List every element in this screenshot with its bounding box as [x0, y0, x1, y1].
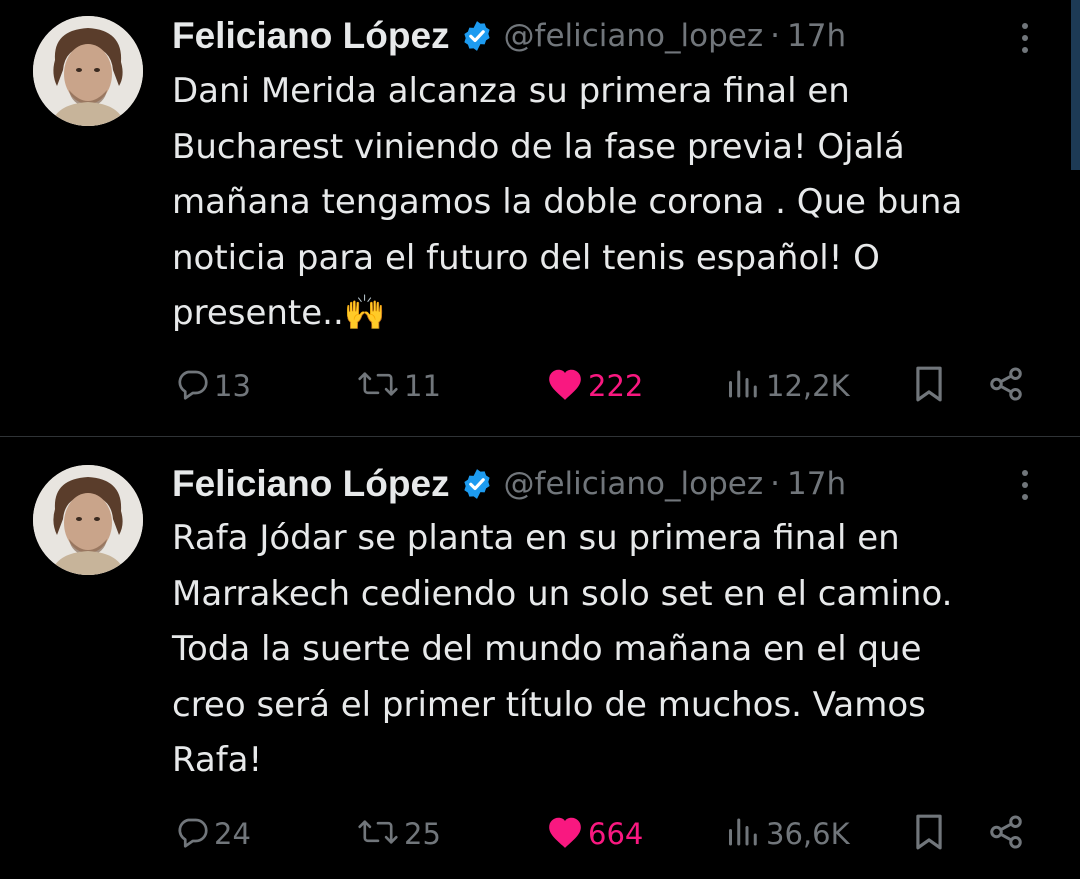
views-icon	[726, 814, 762, 854]
reply-button[interactable]: 13	[174, 361, 251, 411]
author-name[interactable]: Feliciano López	[172, 15, 450, 57]
bookmark-icon	[912, 813, 946, 855]
views-button[interactable]: 36,6K	[726, 809, 850, 859]
separator-dot: ·	[770, 18, 780, 54]
reply-button[interactable]: 24	[174, 809, 251, 859]
author-handle[interactable]: @feliciano_lopez	[504, 466, 764, 502]
bookmark-button[interactable]	[912, 361, 946, 411]
action-bar: 24 25 664 36,6K	[0, 809, 1080, 859]
reply-icon	[174, 814, 210, 854]
like-count: 222	[588, 369, 644, 403]
views-button[interactable]: 12,2K	[726, 361, 850, 411]
reply-count: 24	[214, 817, 251, 851]
action-bar: 13 11 222 12,2K	[0, 361, 1080, 411]
repost-count: 11	[404, 369, 441, 403]
views-icon	[726, 366, 762, 406]
tweet-text: Dani Merida alcanza su primera final en …	[172, 71, 963, 333]
reply-count: 13	[214, 369, 251, 403]
share-button[interactable]	[987, 361, 1025, 411]
repost-button[interactable]: 11	[356, 361, 441, 411]
repost-button[interactable]: 25	[356, 809, 441, 859]
share-icon	[987, 365, 1025, 407]
tweet[interactable]: Feliciano López @feliciano_lopez · 17h R…	[0, 437, 1080, 879]
heart-icon	[546, 814, 584, 854]
timestamp[interactable]: 17h	[787, 466, 846, 502]
share-icon	[987, 813, 1025, 855]
author-name[interactable]: Feliciano López	[172, 463, 450, 505]
repost-icon	[356, 366, 400, 406]
repost-icon	[356, 814, 400, 854]
author-handle[interactable]: @feliciano_lopez	[504, 18, 764, 54]
verified-badge-icon	[460, 467, 494, 501]
avatar[interactable]	[33, 465, 143, 575]
verified-badge-icon	[460, 19, 494, 53]
tweet-text: Rafa Jódar se planta en su primera final…	[172, 518, 953, 780]
repost-count: 25	[404, 817, 441, 851]
timestamp[interactable]: 17h	[787, 18, 846, 54]
avatar[interactable]	[33, 16, 143, 126]
like-button[interactable]: 664	[546, 809, 643, 859]
timeline-feed: Feliciano López @feliciano_lopez · 17h D…	[0, 0, 1080, 879]
like-count: 664	[588, 817, 644, 851]
more-icon[interactable]	[1014, 18, 1036, 58]
bookmark-icon	[912, 365, 946, 407]
view-count: 36,6K	[766, 817, 850, 851]
bookmark-button[interactable]	[912, 809, 946, 859]
tweet-header: Feliciano López @feliciano_lopez · 17h	[172, 462, 846, 506]
separator-dot: ·	[770, 466, 780, 502]
like-button[interactable]: 222	[546, 361, 643, 411]
more-icon[interactable]	[1014, 465, 1036, 505]
view-count: 12,2K	[766, 369, 850, 403]
heart-icon	[546, 366, 584, 406]
reply-icon	[174, 366, 210, 406]
share-button[interactable]	[987, 809, 1025, 859]
tweet-header: Feliciano López @feliciano_lopez · 17h	[172, 14, 846, 58]
tweet[interactable]: Feliciano López @feliciano_lopez · 17h D…	[0, 0, 1080, 436]
